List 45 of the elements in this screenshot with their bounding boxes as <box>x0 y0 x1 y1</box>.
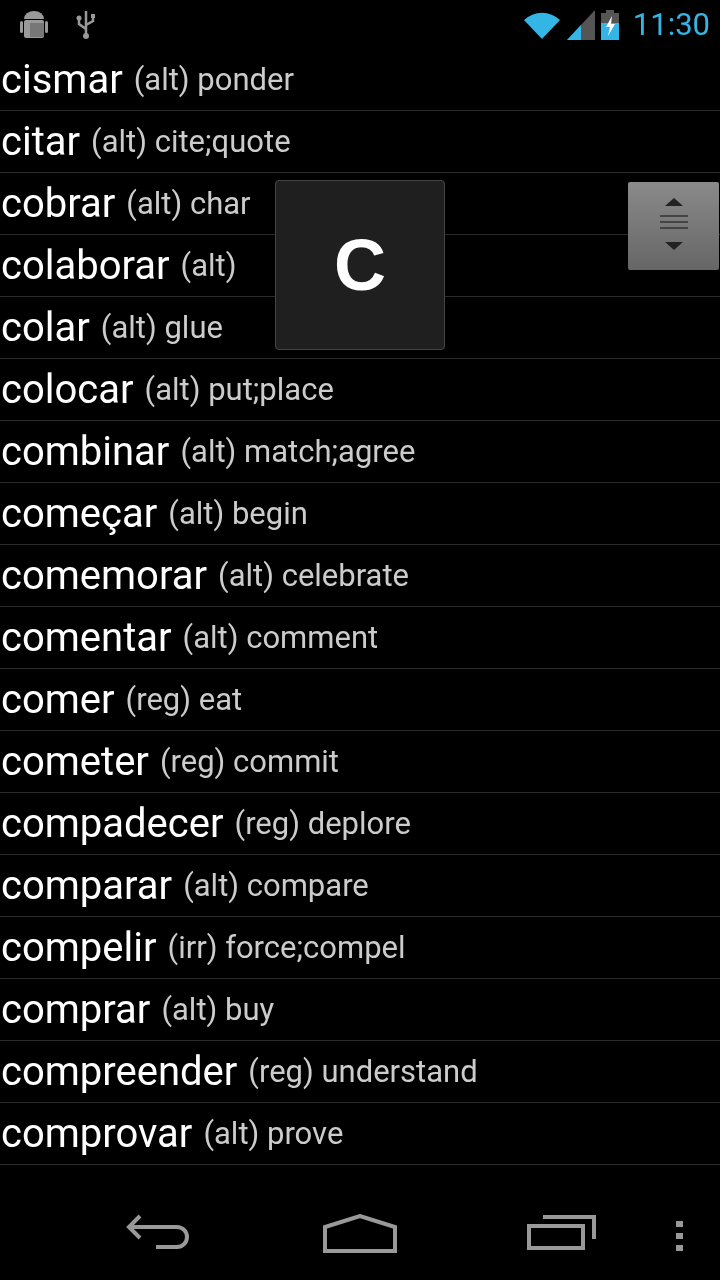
verb-description: (alt) <box>180 247 237 284</box>
verb-text[interactable]: começar <box>0 490 158 537</box>
verb-text[interactable]: cismar <box>0 56 123 103</box>
verb-description: (alt) glue <box>100 309 223 346</box>
home-icon[interactable] <box>323 1214 397 1254</box>
signal-icon <box>566 9 595 40</box>
verb-text[interactable]: comprovar <box>0 1110 193 1157</box>
verb-description: (alt) comment <box>182 619 379 656</box>
verb-text[interactable]: combinar <box>0 428 170 475</box>
verb-text[interactable]: citar <box>0 118 81 165</box>
verb-description: (reg) eat <box>125 681 243 718</box>
verb-description: (reg) deplore <box>234 805 411 842</box>
menu-icon[interactable] <box>675 1221 685 1251</box>
verb-text[interactable]: comprar <box>0 986 151 1033</box>
verb-text[interactable]: comemorar <box>0 552 207 599</box>
verb-description: (alt) prove <box>203 1115 344 1152</box>
verb-description: (alt) buy <box>161 991 275 1028</box>
verb-description: (reg) understand <box>248 1053 478 1090</box>
verb-text[interactable]: colar <box>0 304 90 351</box>
verb-text[interactable]: colocar <box>0 366 134 413</box>
verb-description: (alt) char <box>126 185 251 222</box>
verb-text[interactable]: comer <box>0 676 115 723</box>
verb-description: (alt) begin <box>168 495 308 532</box>
verb-text[interactable]: comentar <box>0 614 172 661</box>
scroll-handle[interactable] <box>628 182 719 270</box>
battery-icon <box>600 9 619 40</box>
verb-description: (alt) cite;quote <box>91 123 291 160</box>
verb-description: (reg) commit <box>159 743 339 780</box>
verb-text[interactable]: cobrar <box>0 180 116 227</box>
verb-description: (alt) put;place <box>144 371 334 408</box>
verb-text[interactable]: compreender <box>0 1048 238 1095</box>
verb-text[interactable]: comparar <box>0 862 173 909</box>
usb-icon <box>74 8 98 41</box>
verb-text[interactable]: colaborar <box>0 242 170 289</box>
recent-apps-icon[interactable] <box>527 1214 597 1250</box>
verb-description: (alt) celebrate <box>218 557 410 594</box>
clock-time: 11:30 <box>632 6 710 43</box>
index-letter-popup: C <box>275 180 445 350</box>
verb-text[interactable]: compadecer <box>0 800 224 847</box>
verb-description: (alt) ponder <box>133 61 294 98</box>
verb-description: (alt) match;agree <box>180 433 416 470</box>
verb-description: (irr) force;compel <box>167 929 406 966</box>
verb-text[interactable]: compelir <box>0 924 157 971</box>
verb-description: (alt) compare <box>183 867 369 904</box>
verb-text[interactable]: cometer <box>0 738 149 785</box>
